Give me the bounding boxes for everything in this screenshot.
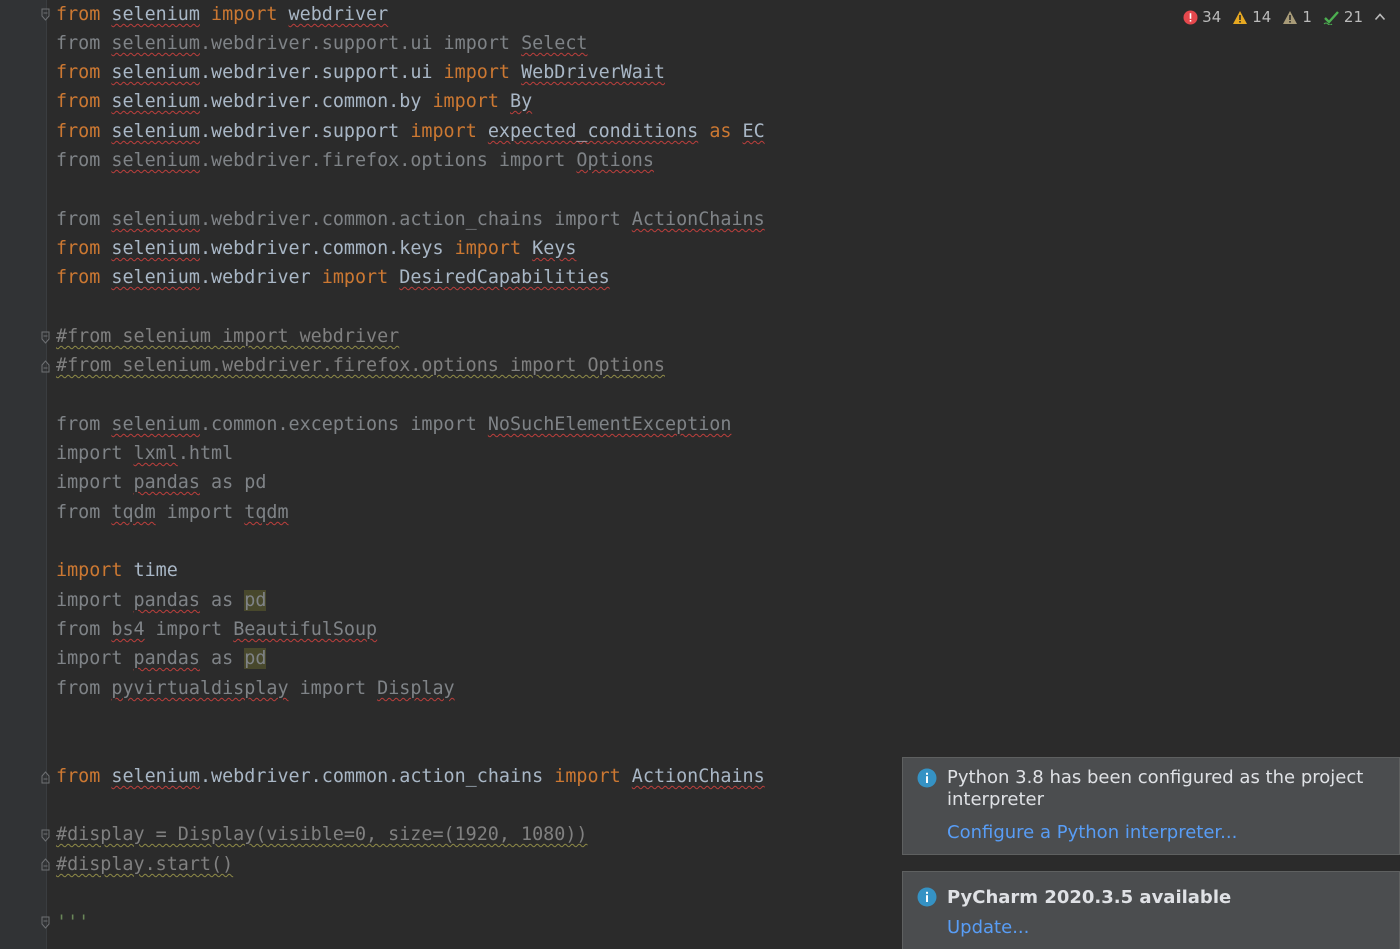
chevron-up-icon[interactable]: [1374, 11, 1386, 23]
fold-marker-icon[interactable]: [41, 829, 50, 842]
code-line[interactable]: from selenium.webdriver.support.ui impor…: [56, 29, 588, 58]
code-line-comment[interactable]: #display = Display(visible=0, size=(1920…: [56, 820, 587, 849]
code-line[interactable]: from selenium.webdriver.support.ui impor…: [56, 58, 665, 87]
code-line[interactable]: from selenium.common.exceptions import N…: [56, 410, 731, 439]
code-line[interactable]: import pandas as pd: [56, 644, 267, 673]
interpreter-notification[interactable]: Python 3.8 has been configured as the pr…: [902, 757, 1400, 855]
weak-warnings-indicator[interactable]: 1: [1282, 8, 1312, 26]
weak-warnings-count: 1: [1302, 8, 1312, 26]
errors-count: 34: [1202, 8, 1222, 26]
info-icon: [917, 887, 937, 907]
code-line[interactable]: from pyvirtualdisplay import Display: [56, 674, 455, 703]
code-line[interactable]: from selenium.webdriver.common.action_ch…: [56, 762, 765, 791]
code-line-string[interactable]: ''': [56, 908, 89, 937]
update-notification[interactable]: PyCharm 2020.3.5 available Update...: [902, 871, 1400, 949]
code-line[interactable]: from selenium.webdriver.common.action_ch…: [56, 205, 765, 234]
code-line[interactable]: from selenium.webdriver.support import e…: [56, 117, 765, 146]
fold-end-marker-icon[interactable]: [41, 360, 50, 373]
fold-marker-icon[interactable]: [41, 8, 50, 21]
code-line[interactable]: from bs4 import BeautifulSoup: [56, 615, 377, 644]
typos-count: 21: [1343, 8, 1363, 26]
spellcheck-icon: [1323, 10, 1339, 25]
warnings-count: 14: [1252, 8, 1272, 26]
code-line[interactable]: import pandas as pd: [56, 586, 267, 615]
warning-icon: [1233, 10, 1248, 24]
code-line[interactable]: from selenium.webdriver.common.by import…: [56, 87, 532, 116]
inspection-widget[interactable]: 34 14 1 21: [1168, 0, 1400, 34]
fold-end-marker-icon[interactable]: [41, 771, 50, 784]
typos-indicator[interactable]: 21: [1323, 8, 1363, 26]
configure-interpreter-link[interactable]: Configure a Python interpreter...: [947, 822, 1237, 844]
update-title: PyCharm 2020.3.5 available: [947, 887, 1232, 908]
code-line[interactable]: import lxml.html: [56, 439, 233, 468]
code-line[interactable]: from selenium import webdriver: [56, 0, 388, 29]
error-icon: [1183, 10, 1198, 24]
code-line[interactable]: from selenium.webdriver import DesiredCa…: [56, 263, 610, 292]
info-icon: [917, 768, 937, 788]
code-line-comment[interactable]: #from selenium import webdriver: [56, 322, 399, 351]
code-line[interactable]: import pandas as pd: [56, 468, 266, 497]
errors-indicator[interactable]: 34: [1183, 8, 1221, 26]
fold-end-marker-icon[interactable]: [41, 858, 50, 871]
fold-marker-icon[interactable]: [41, 331, 50, 344]
code-line-comment[interactable]: #from selenium.webdriver.firefox.options…: [56, 351, 665, 380]
code-line[interactable]: from selenium.webdriver.common.keys impo…: [56, 234, 576, 263]
interpreter-message: Python 3.8 has been configured as the pr…: [947, 767, 1364, 810]
warnings-indicator[interactable]: 14: [1232, 8, 1271, 26]
code-line-comment[interactable]: #display.start(): [56, 850, 233, 879]
gutter-divider: [46, 0, 47, 949]
editor-gutter: [0, 0, 46, 949]
code-line[interactable]: import time: [56, 556, 178, 585]
code-line[interactable]: from tqdm import tqdm: [56, 498, 289, 527]
code-line[interactable]: from selenium.webdriver.firefox.options …: [56, 146, 654, 175]
update-link[interactable]: Update...: [947, 917, 1029, 939]
weak-warning-icon: [1283, 10, 1298, 24]
fold-marker-icon[interactable]: [41, 916, 50, 929]
